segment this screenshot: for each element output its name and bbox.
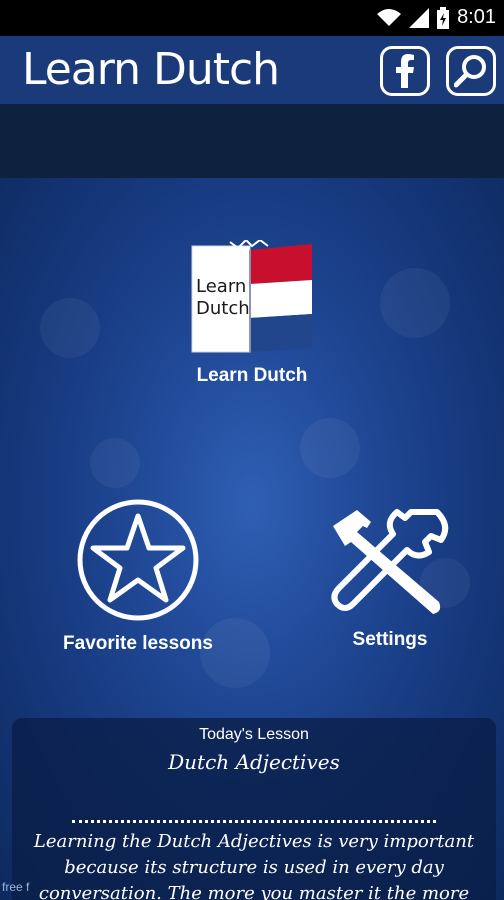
status-bar: 8:01 [0,0,504,36]
dutch-book-icon: Learn Dutch [191,238,312,353]
status-icons: 8:01 [377,6,496,29]
app-title: Learn Dutch [22,44,280,95]
facebook-icon [396,54,414,88]
background-bokeh [380,268,450,338]
main-menu: Learn Dutch Learn Dutch Favorite lessons… [0,178,504,900]
settings-button[interactable]: Settings [310,506,470,651]
todays-lesson-card[interactable]: Today's Lesson Dutch Adjectives Learning… [12,718,496,900]
star-icon [77,499,199,621]
status-time: 8:01 [457,6,496,28]
lesson-heading: Today's Lesson [199,726,309,743]
learn-dutch-button[interactable]: Learn Dutch Learn Dutch [152,238,352,387]
lesson-body: Learning the Dutch Adjectives is very im… [33,831,475,900]
wifi-icon [377,8,402,26]
ad-banner-area [0,104,504,178]
book-text-dutch: Dutch [196,298,250,319]
app-bar: Learn Dutch [0,36,504,104]
background-bokeh [40,298,100,358]
search-button[interactable] [446,46,496,96]
background-bokeh [300,418,360,478]
search-icon [454,55,486,88]
book-text-learn: Learn [196,276,246,297]
tools-icon [331,509,449,614]
background-bokeh [90,438,140,488]
signal-icon [409,7,430,28]
favorite-lessons-label: Favorite lessons [63,633,213,654]
battery-icon [437,6,450,29]
footer-text: free f [2,880,30,894]
learn-dutch-label: Learn Dutch [196,365,308,386]
settings-label: Settings [352,629,428,650]
lesson-title: Dutch Adjectives [168,750,340,774]
favorite-lessons-button[interactable]: Favorite lessons [40,498,236,655]
facebook-button[interactable] [380,46,430,96]
